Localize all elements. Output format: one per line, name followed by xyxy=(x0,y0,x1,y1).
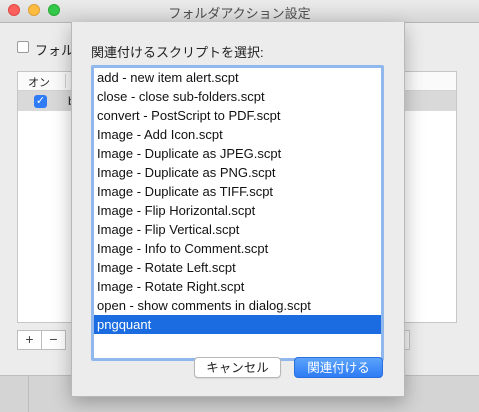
divider xyxy=(28,376,29,412)
window-title: フォルダアクション設定 xyxy=(168,6,311,21)
list-item[interactable]: open - show comments in dialog.scpt xyxy=(94,296,381,315)
remove-folder-button[interactable]: − xyxy=(41,331,65,349)
list-item[interactable]: convert - PostScript to PDF.scpt xyxy=(94,106,381,125)
script-list[interactable]: add - new item alert.scpt close - close s… xyxy=(91,65,384,361)
attach-button[interactable]: 関連付ける xyxy=(294,357,383,378)
column-header-on[interactable]: オン xyxy=(28,74,50,90)
enable-folder-actions-label: フォル xyxy=(35,43,75,58)
list-item[interactable]: Image - Duplicate as TIFF.scpt xyxy=(94,182,381,201)
column-separator xyxy=(65,74,66,88)
choose-script-sheet: 関連付けるスクリプトを選択: add - new item alert.scpt… xyxy=(71,22,405,397)
list-item[interactable]: add - new item alert.scpt xyxy=(94,68,381,87)
row-enabled-checkbox[interactable]: ✓ xyxy=(34,95,47,108)
list-item[interactable]: Image - Rotate Right.scpt xyxy=(94,277,381,296)
add-folder-button[interactable]: + xyxy=(18,331,41,349)
list-item[interactable]: close - close sub-folders.scpt xyxy=(94,87,381,106)
list-item[interactable]: Image - Flip Vertical.scpt xyxy=(94,220,381,239)
list-item[interactable]: Image - Duplicate as PNG.scpt xyxy=(94,163,381,182)
list-item[interactable]: Image - Flip Horizontal.scpt xyxy=(94,201,381,220)
list-item[interactable]: Image - Rotate Left.scpt xyxy=(94,258,381,277)
add-remove-control: + − xyxy=(17,330,66,350)
cancel-button[interactable]: キャンセル xyxy=(194,357,281,378)
title-bar: フォルダアクション設定 xyxy=(0,0,479,23)
list-item[interactable]: Image - Add Icon.scpt xyxy=(94,125,381,144)
enable-folder-actions-checkbox[interactable] xyxy=(17,41,29,53)
sheet-prompt: 関連付けるスクリプトを選択: xyxy=(91,45,264,60)
list-item[interactable]: Image - Info to Comment.scpt xyxy=(94,239,381,258)
list-item[interactable]: pngquant xyxy=(94,315,381,334)
list-item[interactable]: Image - Duplicate as JPEG.scpt xyxy=(94,144,381,163)
